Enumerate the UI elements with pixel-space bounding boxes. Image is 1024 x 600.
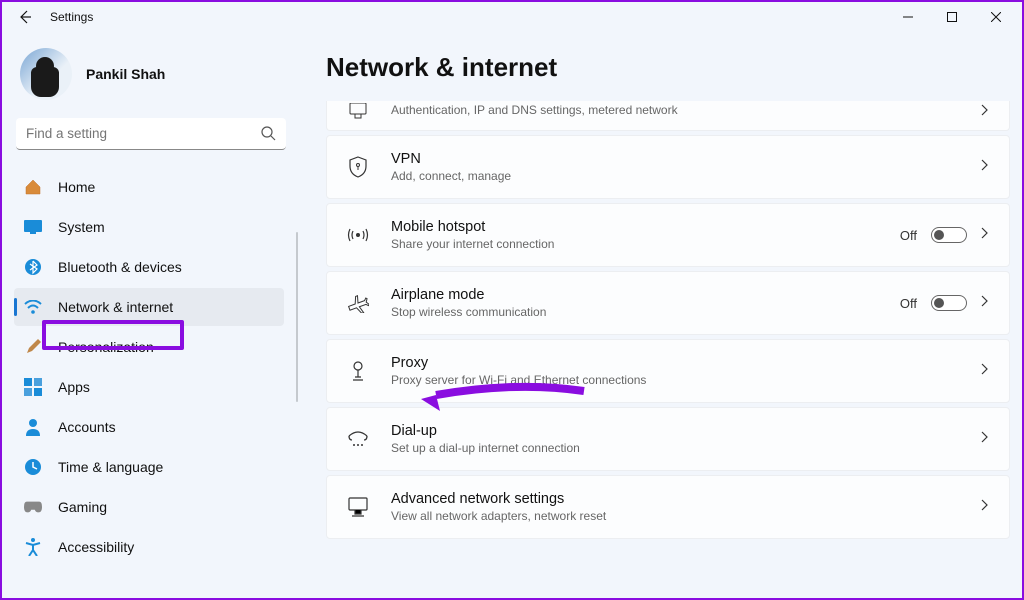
chevron-right-icon bbox=[981, 430, 993, 448]
ethernet-icon bbox=[345, 103, 371, 119]
sidebar-item-label: Time & language bbox=[58, 459, 163, 475]
back-button[interactable] bbox=[16, 8, 34, 26]
minimize-button[interactable] bbox=[886, 3, 930, 31]
card-mobile-hotspot[interactable]: Mobile hotspot Share your internet conne… bbox=[326, 203, 1010, 267]
content-area: Network & internet Authentication, IP an… bbox=[298, 32, 1022, 598]
card-vpn[interactable]: VPN Add, connect, manage bbox=[326, 135, 1010, 199]
card-subtitle: Proxy server for Wi-Fi and Ethernet conn… bbox=[391, 373, 961, 389]
shield-icon bbox=[345, 156, 371, 178]
sidebar-item-personalization[interactable]: Personalization bbox=[14, 328, 284, 366]
accessibility-icon bbox=[24, 538, 42, 556]
username: Pankil Shah bbox=[86, 66, 165, 82]
home-icon bbox=[24, 178, 42, 196]
close-button[interactable] bbox=[974, 3, 1018, 31]
sidebar-item-accounts[interactable]: Accounts bbox=[14, 408, 284, 446]
sidebar-item-apps[interactable]: Apps bbox=[14, 368, 284, 406]
card-subtitle: Set up a dial-up internet connection bbox=[391, 441, 961, 457]
app-title: Settings bbox=[50, 10, 93, 24]
wifi-icon bbox=[24, 298, 42, 316]
chevron-right-icon bbox=[981, 103, 993, 121]
person-icon bbox=[24, 418, 42, 436]
status-text: Off bbox=[900, 228, 917, 243]
airplane-icon bbox=[345, 293, 371, 313]
system-icon bbox=[24, 218, 42, 236]
chevron-right-icon bbox=[981, 498, 993, 516]
sidebar-item-label: Accounts bbox=[58, 419, 116, 435]
clock-icon bbox=[24, 458, 42, 476]
search-input[interactable] bbox=[16, 118, 286, 150]
sidebar-item-label: Accessibility bbox=[58, 539, 134, 555]
apps-icon bbox=[24, 378, 42, 396]
card-advanced-network[interactable]: Advanced network settings View all netwo… bbox=[326, 475, 1010, 539]
chevron-right-icon bbox=[981, 158, 993, 176]
status-text: Off bbox=[900, 296, 917, 311]
sidebar-item-label: Bluetooth & devices bbox=[58, 259, 182, 275]
chevron-right-icon bbox=[981, 294, 993, 312]
sidebar-item-bluetooth[interactable]: Bluetooth & devices bbox=[14, 248, 284, 286]
card-dialup[interactable]: Dial-up Set up a dial-up internet connec… bbox=[326, 407, 1010, 471]
card-title: Proxy bbox=[391, 354, 961, 373]
chevron-right-icon bbox=[981, 362, 993, 380]
sidebar: Pankil Shah Home System Bluetooth & devi… bbox=[2, 32, 298, 598]
sidebar-item-label: Apps bbox=[58, 379, 90, 395]
avatar bbox=[20, 48, 72, 100]
sidebar-item-network[interactable]: Network & internet bbox=[14, 288, 284, 326]
search-box[interactable] bbox=[16, 118, 286, 150]
hotspot-icon bbox=[345, 226, 371, 244]
sidebar-item-accessibility[interactable]: Accessibility bbox=[14, 528, 284, 566]
proxy-icon bbox=[345, 360, 371, 382]
card-subtitle: Authentication, IP and DNS settings, met… bbox=[391, 103, 961, 119]
card-ethernet-partial[interactable]: Authentication, IP and DNS settings, met… bbox=[326, 101, 1010, 131]
gamepad-icon bbox=[24, 498, 42, 516]
card-subtitle: Add, connect, manage bbox=[391, 169, 961, 185]
search-icon bbox=[261, 126, 276, 146]
sidebar-item-system[interactable]: System bbox=[14, 208, 284, 246]
card-subtitle: View all network adapters, network reset bbox=[391, 509, 961, 525]
scrollbar[interactable] bbox=[296, 232, 298, 402]
card-subtitle: Stop wireless communication bbox=[391, 305, 880, 321]
sidebar-item-home[interactable]: Home bbox=[14, 168, 284, 206]
card-proxy[interactable]: Proxy Proxy server for Wi-Fi and Etherne… bbox=[326, 339, 1010, 403]
airplane-toggle[interactable] bbox=[931, 295, 967, 311]
profile[interactable]: Pankil Shah bbox=[20, 48, 290, 100]
card-subtitle: Share your internet connection bbox=[391, 237, 880, 253]
card-title: Dial-up bbox=[391, 422, 961, 441]
monitor-icon bbox=[345, 497, 371, 517]
page-title: Network & internet bbox=[326, 52, 1010, 83]
sidebar-item-label: Personalization bbox=[58, 339, 154, 355]
card-title: Advanced network settings bbox=[391, 490, 961, 509]
brush-icon bbox=[24, 338, 42, 356]
card-title: Mobile hotspot bbox=[391, 218, 880, 237]
sidebar-item-label: Home bbox=[58, 179, 95, 195]
sidebar-item-time[interactable]: Time & language bbox=[14, 448, 284, 486]
sidebar-item-gaming[interactable]: Gaming bbox=[14, 488, 284, 526]
maximize-button[interactable] bbox=[930, 3, 974, 31]
sidebar-item-label: System bbox=[58, 219, 105, 235]
sidebar-item-label: Gaming bbox=[58, 499, 107, 515]
card-airplane-mode[interactable]: Airplane mode Stop wireless communicatio… bbox=[326, 271, 1010, 335]
chevron-right-icon bbox=[981, 226, 993, 244]
hotspot-toggle[interactable] bbox=[931, 227, 967, 243]
dialup-icon bbox=[345, 430, 371, 448]
card-title: VPN bbox=[391, 150, 961, 169]
card-title: Airplane mode bbox=[391, 286, 880, 305]
bluetooth-icon bbox=[24, 258, 42, 276]
sidebar-item-label: Network & internet bbox=[58, 299, 173, 315]
titlebar: Settings bbox=[2, 2, 1022, 32]
